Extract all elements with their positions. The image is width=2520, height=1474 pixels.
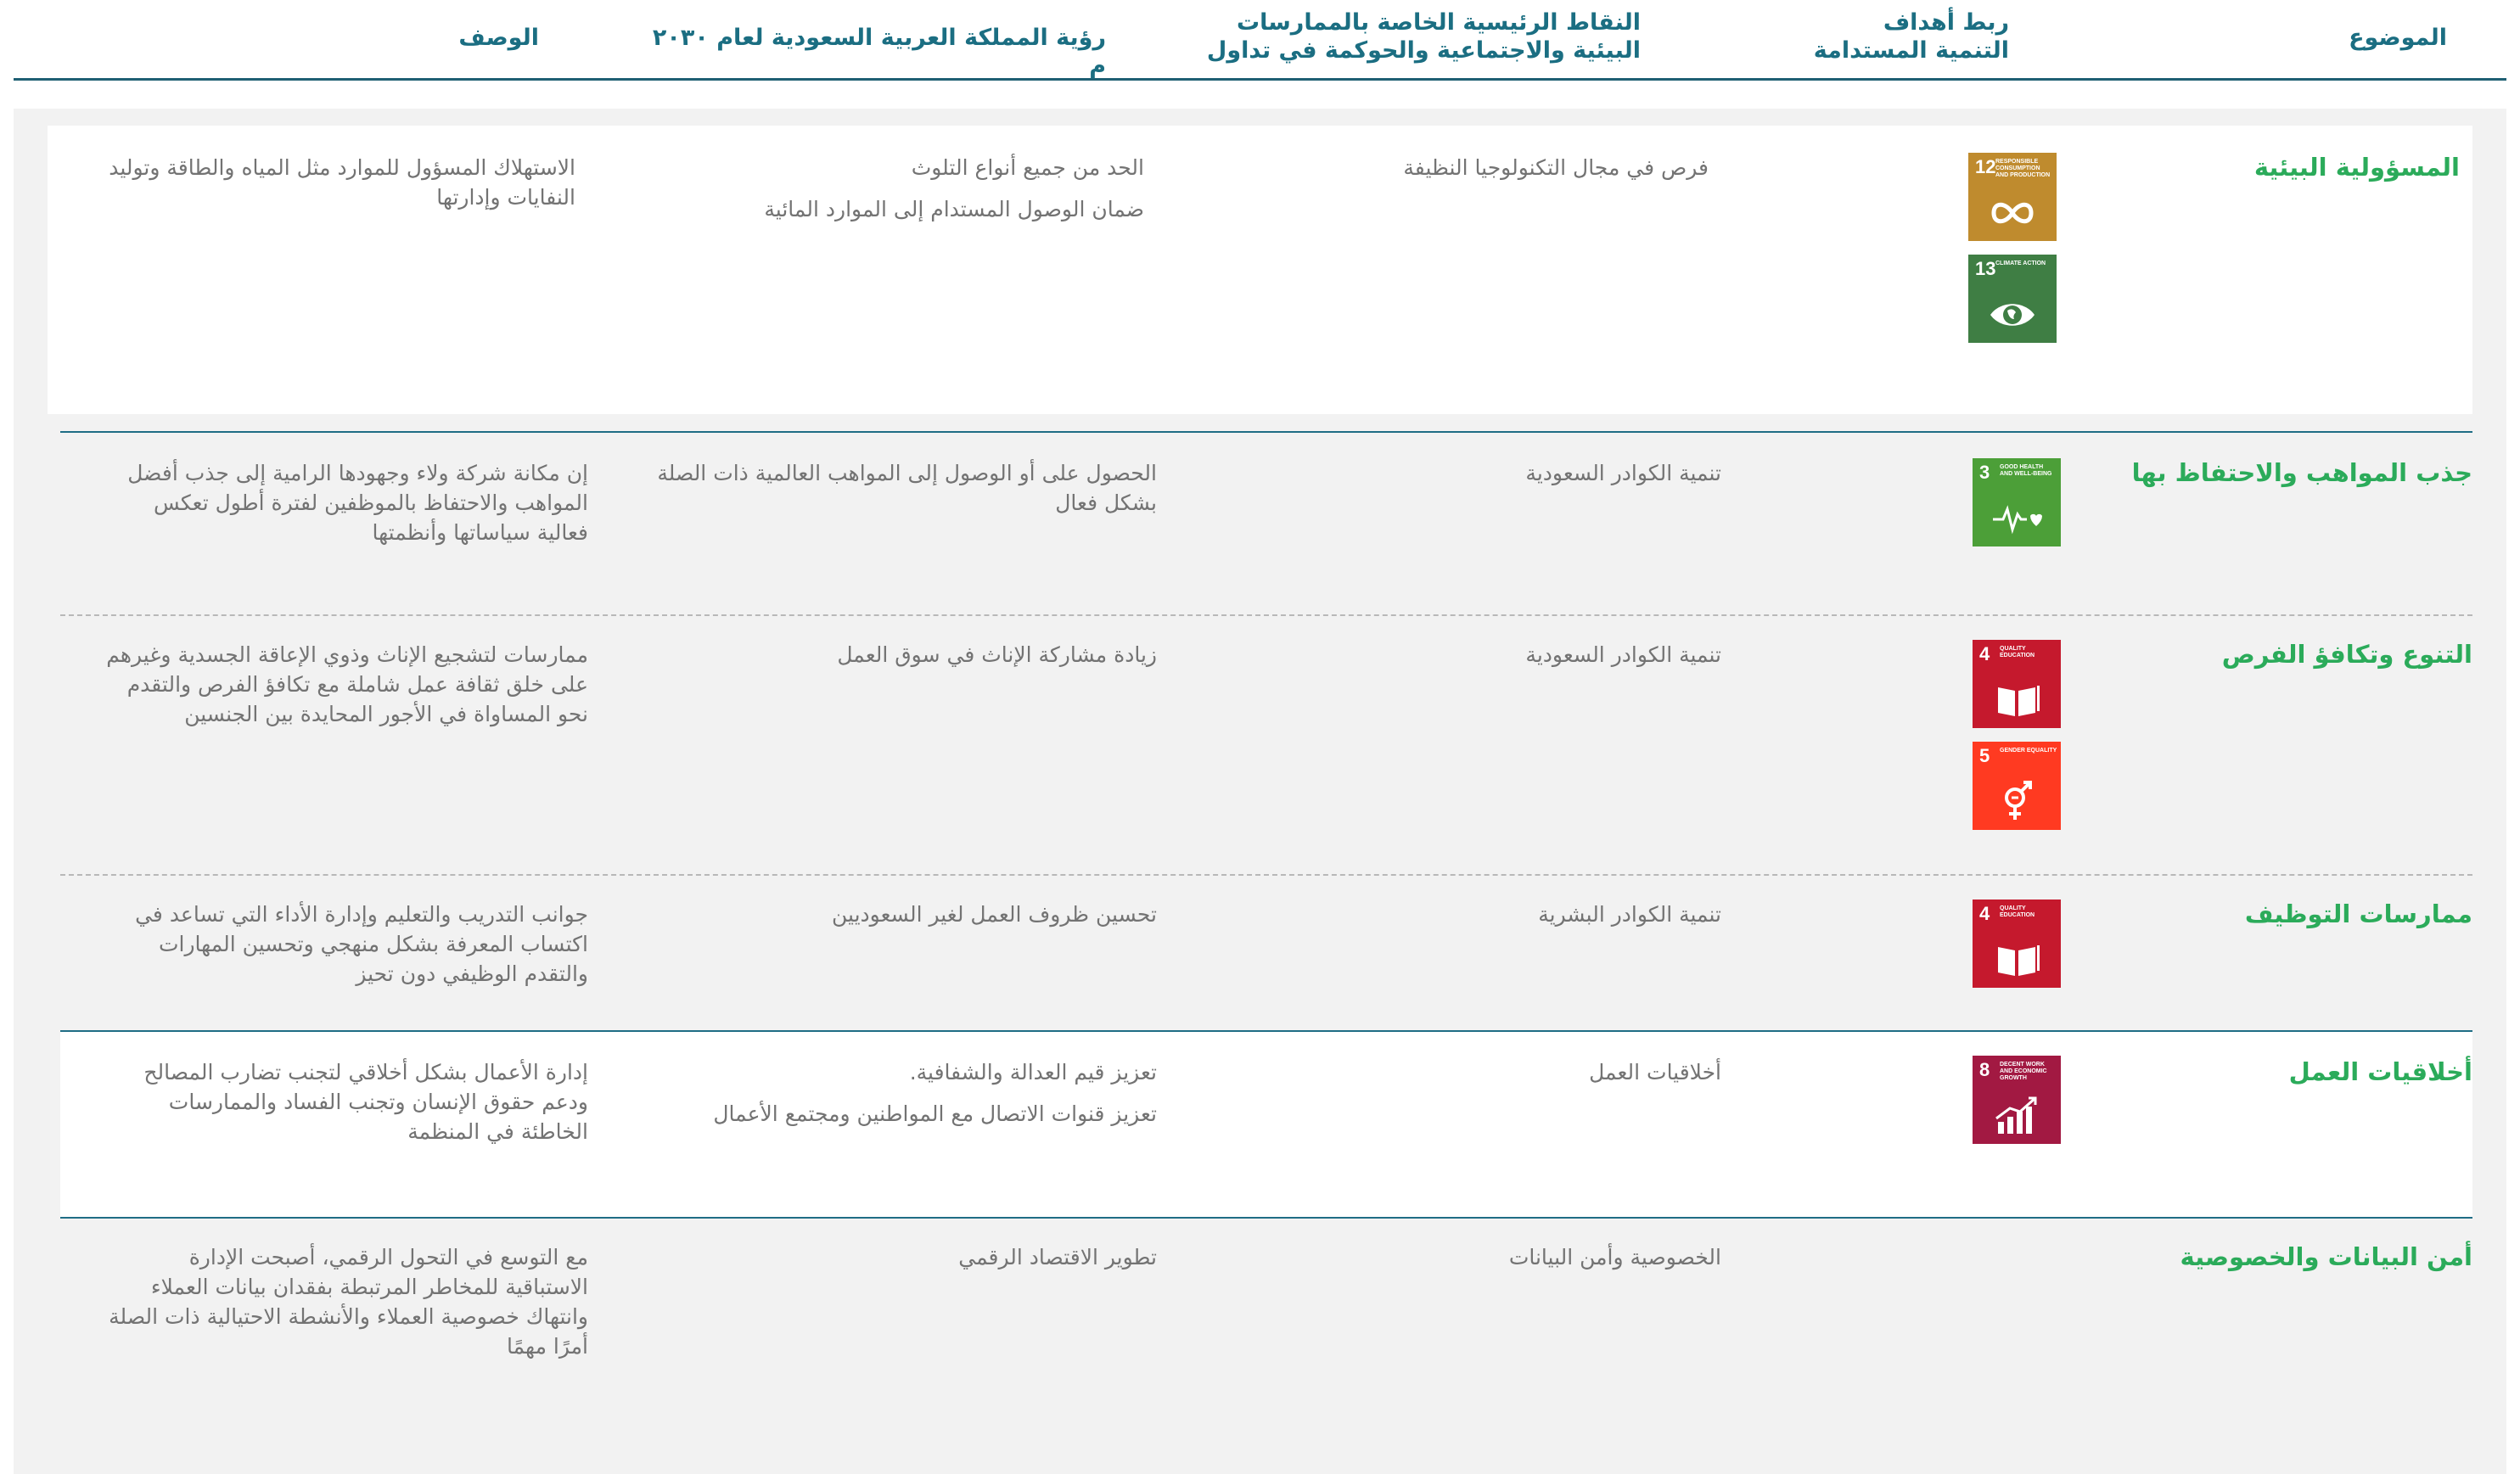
sdg-number: 13 xyxy=(1975,258,1996,279)
sdg-label: Good health and well-being xyxy=(2000,464,2052,477)
sdg-number: 12 xyxy=(1975,156,1996,177)
vision-item: تحسين ظروف العمل لغير السعوديين xyxy=(832,902,1157,927)
row-esg-point: تنمية الكوادر السعودية xyxy=(1525,461,1721,485)
row-sdg-icons: 8 Decent work and economic growth xyxy=(1973,1056,2061,1157)
row-separator xyxy=(60,874,2472,876)
sdg-5-tile: 5 Gender equality xyxy=(1973,742,2061,830)
vision-item: تعزيز قيم العدالة والشفافية. xyxy=(909,1060,1157,1084)
sustainability-table-page: الموضوع ربط أهداف التنمية المستدامة النق… xyxy=(0,0,2520,1474)
sdg-13-tile: 13 Climate action xyxy=(1968,255,2057,343)
row-description: إدارة الأعمال بشكل أخلاقي لتجنب تضارب ال… xyxy=(143,1060,588,1144)
row-description: ممارسات لتشجيع الإناث وذوي الإعاقة الجسد… xyxy=(106,642,588,726)
table-header: الموضوع ربط أهداف التنمية المستدامة النق… xyxy=(14,0,2506,81)
sdg-number: 8 xyxy=(1979,1059,1990,1080)
gender-icon xyxy=(2005,781,2032,820)
row-separator xyxy=(60,614,2472,616)
row-topic: أمن البيانات والخصوصية xyxy=(2180,1242,2472,1271)
row-topic: المسؤولية البيئية xyxy=(2253,153,2460,182)
book-icon xyxy=(1998,945,2040,976)
sdg-4-tile: 4 Quality education xyxy=(1973,640,2061,728)
row-separator xyxy=(60,1217,2472,1219)
growth-chart-icon xyxy=(1995,1096,2037,1134)
row-esg-point: فرص في مجال التكنولوجيا النظيفة xyxy=(1403,155,1709,180)
sdg-label: Responsible consumption and production xyxy=(1995,159,2051,178)
row-esg-point: الخصوصية وأمن البيانات xyxy=(1508,1245,1721,1269)
sdg-number: 4 xyxy=(1979,643,1990,664)
row-topic: أخلاقيات العمل xyxy=(2288,1057,2472,1086)
row-description: جوانب التدريب والتعليم وإدارة الأداء الت… xyxy=(135,902,588,986)
vision-item: زيادة مشاركة الإناث في سوق العمل xyxy=(837,642,1157,667)
header-description: الوصف xyxy=(458,25,539,51)
sdg-8-tile: 8 Decent work and economic growth xyxy=(1973,1056,2061,1144)
sdg-number: 4 xyxy=(1979,903,1990,924)
sdg-number: 3 xyxy=(1979,462,1990,483)
sdg-label: Quality education xyxy=(2000,646,2035,659)
row-description: إن مكانة شركة ولاء وجهودها الرامية إلى ج… xyxy=(127,461,588,545)
vision-item: تطوير الاقتصاد الرقمي xyxy=(958,1245,1157,1269)
row-esg-point: أخلاقيات العمل xyxy=(1589,1060,1721,1084)
sdg-number: 5 xyxy=(1979,745,1990,766)
table-row-environmental: المسؤولية البيئية 12 Responsible consump… xyxy=(48,126,2472,414)
sdg-label: Quality education xyxy=(2000,905,2035,918)
row-description: مع التوسع في التحول الرقمي، أصبحت الإدار… xyxy=(109,1245,588,1359)
vision-item: تعزيز قنوات الاتصال مع المواطنين ومجتمع … xyxy=(713,1101,1157,1126)
table-row-data-privacy: أمن البيانات والخصوصية الخصوصية وأمن الب… xyxy=(60,1232,2472,1419)
sdg-label: Climate action xyxy=(1995,261,2046,266)
heartbeat-icon xyxy=(1993,505,2042,535)
table-row-employment: ممارسات التوظيف 4 Quality education تنمي… xyxy=(60,889,2472,1042)
row-sdg-icons: 12 Responsible consumption and productio… xyxy=(1968,153,2057,356)
row-sdg-icons: 4 Quality education xyxy=(1973,900,2061,1001)
row-separator xyxy=(60,431,2472,433)
infinity-icon xyxy=(1991,202,2034,224)
row-vision-items: الحصول على أو الوصول إلى المواهب العالمي… xyxy=(648,458,1157,530)
sdg-3-tile: 3 Good health and well-being xyxy=(1973,458,2061,546)
row-sdg-icons: 4 Quality education 5 Gender equality xyxy=(1973,640,2061,843)
header-topic: الموضوع xyxy=(2349,25,2447,51)
vision-item: ضمان الوصول المستدام إلى الموارد المائية xyxy=(764,197,1144,221)
sdg-label: Gender equality xyxy=(2000,748,2057,754)
row-sdg-icons: 3 Good health and well-being xyxy=(1973,458,2061,560)
vision-item: الحصول على أو الوصول إلى المواهب العالمي… xyxy=(657,461,1157,515)
vision-item: الحد من جميع أنواع التلوث xyxy=(911,155,1144,180)
row-topic: التنوع وتكافؤ الفرص xyxy=(2221,640,2472,669)
row-vision-items: تحسين ظروف العمل لغير السعوديين xyxy=(648,900,1157,941)
header-vision-2030: رؤية المملكة العربية السعودية لعام ٢٠٣٠ … xyxy=(652,25,1106,79)
table-body: المسؤولية البيئية 12 Responsible consump… xyxy=(14,109,2506,1474)
table-row-ethics: أخلاقيات العمل 8 Decent work and economi… xyxy=(60,1032,2472,1219)
row-vision-items: الحد من جميع أنواع التلوث ضمان الوصول ال… xyxy=(635,153,1144,236)
row-topic: ممارسات التوظيف xyxy=(2244,900,2472,928)
sdg-12-tile: 12 Responsible consumption and productio… xyxy=(1968,153,2057,241)
row-vision-items: تعزيز قيم العدالة والشفافية. تعزيز قنوات… xyxy=(648,1057,1157,1141)
row-vision-items: تطوير الاقتصاد الرقمي xyxy=(648,1242,1157,1284)
row-description: الاستهلاك المسؤول للموارد مثل المياه وال… xyxy=(109,155,575,210)
row-vision-items: زيادة مشاركة الإناث في سوق العمل xyxy=(648,640,1157,681)
header-sdg-link: ربط أهداف التنمية المستدامة xyxy=(1813,9,2009,64)
book-icon xyxy=(1998,686,2040,716)
sdg-label: Decent work and economic growth xyxy=(2000,1062,2047,1081)
header-esg-points: النقاط الرئيسية الخاصة بالممارسات البيئي… xyxy=(1206,9,1641,64)
table-row-diversity: التنوع وتكافؤ الفرص 4 Quality education … xyxy=(60,630,2472,867)
sdg-4-tile: 4 Quality education xyxy=(1973,900,2061,988)
row-esg-point: تنمية الكوادر السعودية xyxy=(1525,642,1721,667)
row-topic: جذب المواهب والاحتفاظ بها xyxy=(2131,458,2472,487)
row-esg-point: تنمية الكوادر البشرية xyxy=(1538,902,1721,927)
eye-globe-icon xyxy=(1990,304,2035,326)
